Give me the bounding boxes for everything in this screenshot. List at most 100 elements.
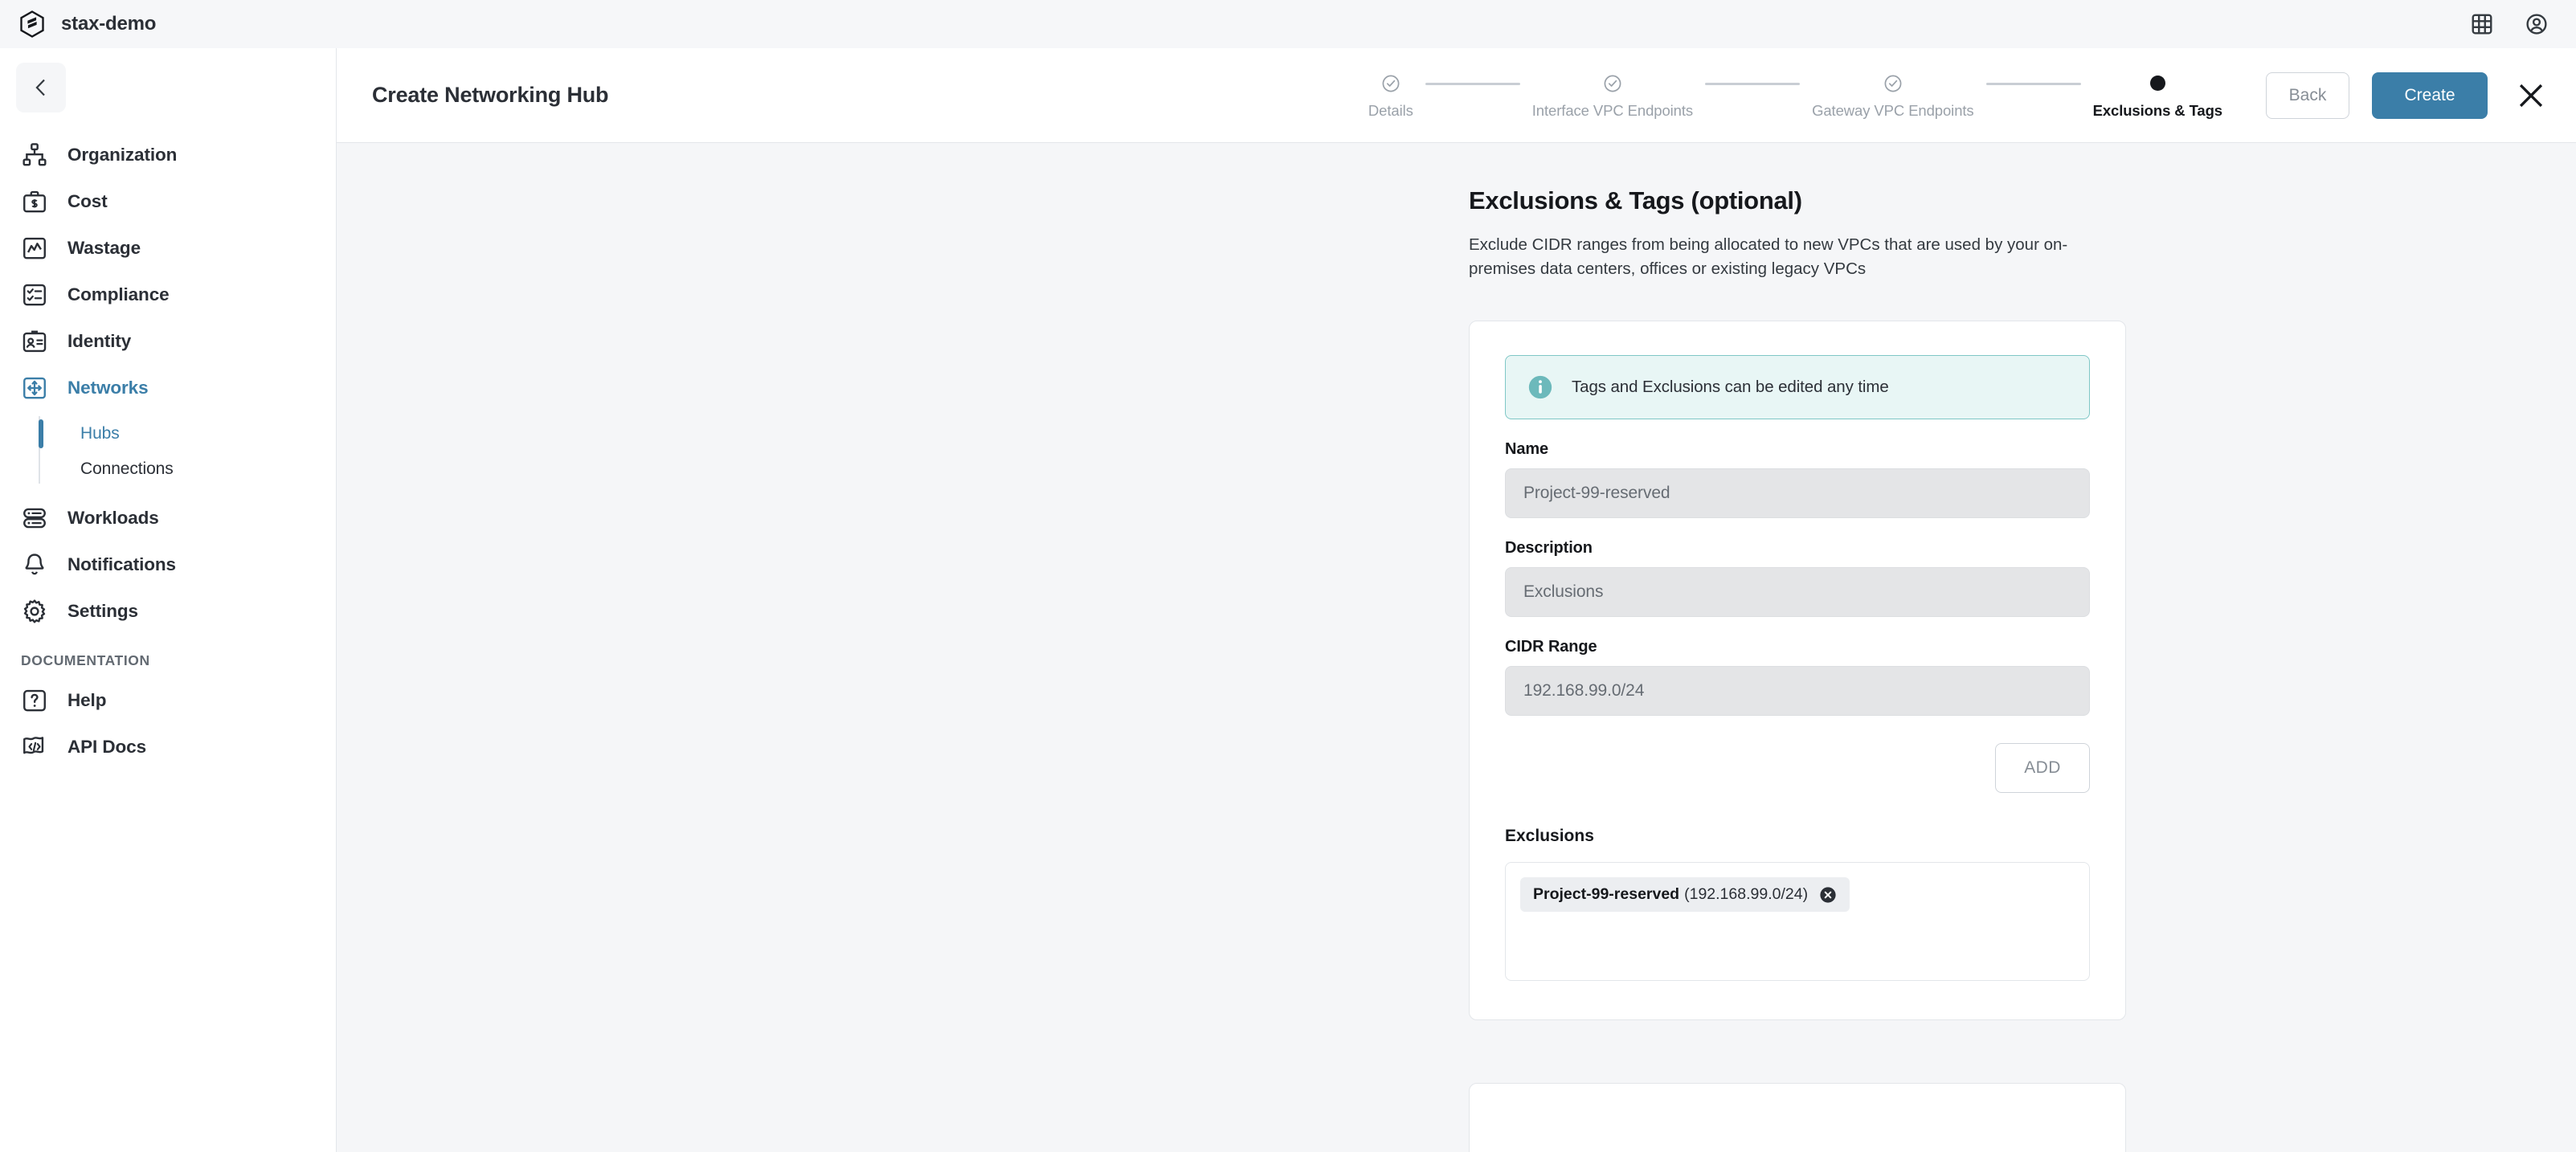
grid-apps-icon[interactable]: [2470, 12, 2494, 36]
step-marker: [1883, 71, 1903, 96]
info-banner: Tags and Exclusions can be edited any ti…: [1505, 355, 2090, 420]
sidebar-item-cost[interactable]: Cost: [0, 178, 336, 225]
sidebar-item-label: API Docs: [67, 737, 146, 757]
sidebar-item-api-docs[interactable]: API Docs: [0, 724, 336, 770]
page-title: Create Networking Hub: [372, 83, 609, 107]
brand-name: stax-demo: [61, 13, 157, 35]
back-button[interactable]: Back: [2266, 71, 2349, 119]
add-row: ADD: [1505, 743, 2090, 794]
sidebar-item-label: Notifications: [67, 554, 176, 574]
sidebar-item-label: Networks: [67, 378, 149, 398]
account-circle-icon[interactable]: [2525, 12, 2549, 36]
info-circle-icon: [1528, 376, 1552, 399]
field-name: Name Project-99-reserved: [1505, 440, 2090, 519]
check-circle-icon: [1382, 75, 1400, 92]
exclusions-card: Tags and Exclusions can be edited any ti…: [1469, 321, 2126, 1021]
cidr-range-input[interactable]: 192.168.99.0/24: [1505, 666, 2090, 717]
check-circle-icon: [1604, 75, 1621, 92]
exclusion-chip[interactable]: Project-99-reserved (192.168.99.0/24): [1520, 877, 1850, 913]
step-label: Exclusions & Tags: [2092, 101, 2223, 119]
sidebar-item-help[interactable]: Help: [0, 677, 336, 724]
step-marker: [1381, 71, 1400, 96]
sidebar-item-label: Organization: [67, 145, 178, 165]
field-label: Name: [1505, 440, 1549, 459]
sidebar-item-label: Compliance: [67, 284, 170, 304]
sidebar-item-workloads[interactable]: Workloads: [0, 495, 336, 541]
step-interface-vpc-endpoints[interactable]: Interface VPC Endpoints: [1532, 71, 1693, 120]
exclusions-list-label: Exclusions: [1505, 827, 1594, 846]
sidebar-subitem-label: Connections: [80, 460, 174, 478]
description-input[interactable]: Exclusions: [1505, 567, 2090, 618]
sidebar-item-networks[interactable]: Networks: [0, 365, 336, 411]
sidebar-item-notifications[interactable]: Notifications: [0, 541, 336, 588]
step-connector: [1985, 82, 2081, 85]
step-connector: [1425, 82, 1520, 85]
briefcase-dollar-icon: [23, 190, 46, 213]
sidebar-subitem-hubs[interactable]: Hubs: [37, 416, 336, 451]
close-wizard-button[interactable]: [2513, 78, 2549, 113]
page-header: Create Networking Hub Details Interface …: [337, 48, 2576, 143]
top-bar: stax-demo: [0, 0, 2576, 48]
step-marker: [1603, 71, 1622, 96]
sidebar: Organization Cost Wastage Compliance Ide…: [0, 48, 337, 1152]
gear-icon: [23, 599, 46, 623]
code-flag-icon: [23, 737, 44, 754]
create-button[interactable]: Create: [2372, 71, 2488, 119]
top-bar-actions: [2470, 12, 2549, 36]
tags-card: [1469, 1083, 2126, 1152]
section-title: Exclusions & Tags (optional): [1469, 186, 1802, 214]
body-row: Organization Cost Wastage Compliance Ide…: [0, 48, 2576, 1152]
sidebar-item-identity[interactable]: Identity: [0, 318, 336, 365]
sidebar-item-label: Help: [67, 690, 107, 710]
sidebar-item-compliance[interactable]: Compliance: [0, 272, 336, 318]
remove-circle-x-icon[interactable]: [1819, 886, 1837, 904]
server-stack-icon: [23, 508, 46, 529]
app-root: stax-demo Organization Cost Wastage Comp…: [0, 0, 2576, 1152]
sidebar-subnav-networks: Hubs Connections: [0, 411, 336, 495]
step-details[interactable]: Details: [1368, 71, 1413, 120]
step-exclusions-and-tags[interactable]: Exclusions & Tags: [2093, 71, 2222, 120]
main-area: Create Networking Hub Details Interface …: [337, 48, 2576, 1152]
chevron-left-icon: [35, 79, 45, 96]
network-arrows-icon: [23, 377, 46, 399]
add-exclusion-button[interactable]: ADD: [1995, 743, 2090, 794]
field-cidr-range: CIDR Range 192.168.99.0/24: [1505, 638, 2090, 717]
section-description: Exclude CIDR ranges from being allocated…: [1469, 235, 2068, 278]
field-label: Description: [1505, 539, 1593, 558]
step-label: Details: [1368, 101, 1413, 119]
checklist-icon: [23, 284, 46, 306]
sidebar-item-label: Cost: [67, 191, 108, 211]
sidebar-section-documentation: DOCUMENTATION: [21, 652, 150, 668]
exclusions-list: Project-99-reserved (192.168.99.0/24): [1505, 862, 2090, 982]
sidebar-item-label: Settings: [67, 601, 138, 621]
sidebar-item-organization[interactable]: Organization: [0, 132, 336, 178]
name-input[interactable]: Project-99-reserved: [1505, 468, 2090, 519]
active-step-dot-icon: [2149, 76, 2165, 91]
sidebar-collapse-button[interactable]: [16, 63, 66, 112]
step-connector: [1705, 82, 1801, 85]
field-description: Description Exclusions: [1505, 539, 2090, 618]
question-square-icon: [23, 689, 46, 712]
sidebar-subitem-connections[interactable]: Connections: [37, 451, 336, 487]
exclusion-chip-cidr: (192.168.99.0/24): [1684, 885, 1809, 904]
brand[interactable]: stax-demo: [18, 10, 156, 39]
step-gateway-vpc-endpoints[interactable]: Gateway VPC Endpoints: [1812, 71, 1974, 120]
sidebar-item-label: Wastage: [67, 238, 141, 258]
bell-icon: [25, 554, 44, 575]
step-label: Gateway VPC Endpoints: [1812, 101, 1974, 119]
step-marker: [2149, 71, 2165, 96]
wizard-stepper: Details Interface VPC Endpoints Gateway …: [1368, 71, 2222, 120]
check-circle-icon: [1884, 75, 1902, 92]
sidebar-item-settings[interactable]: Settings: [0, 588, 336, 635]
exclusions-tags-panel: Exclusions & Tags (optional) Exclude CID…: [1469, 186, 2126, 1152]
sidebar-item-wastage[interactable]: Wastage: [0, 225, 336, 272]
sidebar-nav: Organization Cost Wastage Compliance Ide…: [0, 132, 336, 770]
hexagon-s-logo: [20, 10, 44, 38]
sidebar-item-label: Workloads: [67, 508, 159, 528]
chart-trend-icon: [23, 237, 46, 259]
sidebar-item-label: Identity: [67, 331, 132, 351]
info-banner-text: Tags and Exclusions can be edited any ti…: [1572, 378, 1889, 397]
content-scroll-area[interactable]: Exclusions & Tags (optional) Exclude CID…: [337, 143, 2576, 1152]
step-label: Interface VPC Endpoints: [1531, 101, 1694, 119]
content-inner: Exclusions & Tags (optional) Exclude CID…: [337, 143, 2576, 1152]
